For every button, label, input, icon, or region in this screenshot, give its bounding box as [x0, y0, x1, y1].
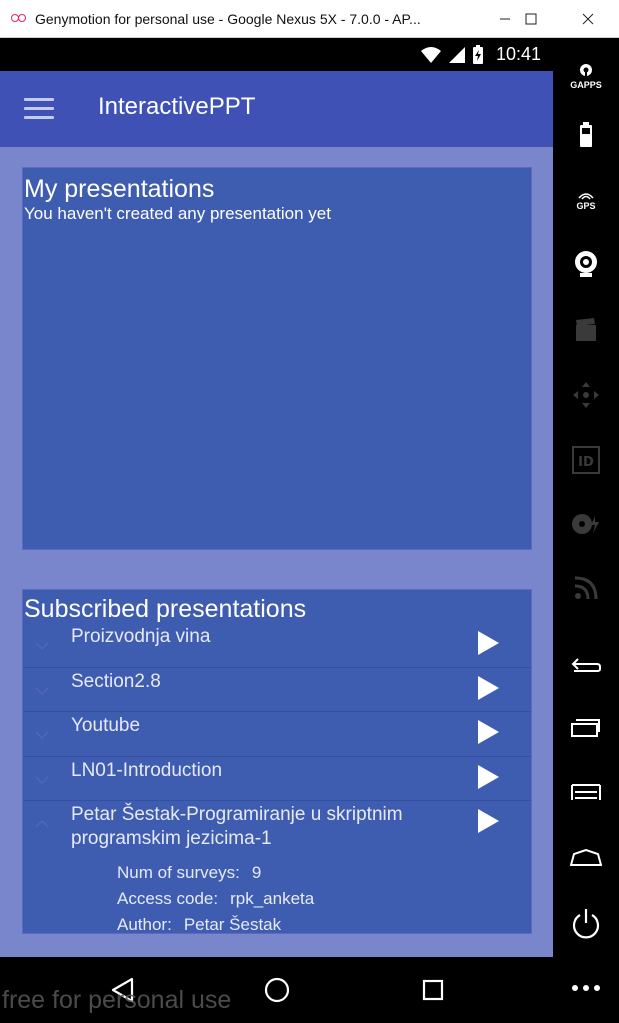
device-id-icon: ID: [572, 446, 600, 474]
list-item-expanded[interactable]: Petar Šestak-Programiranje u skriptnim p…: [23, 801, 531, 934]
device-id-button[interactable]: ID: [553, 440, 619, 480]
menu-button[interactable]: [553, 772, 619, 812]
svg-text:ID: ID: [578, 455, 594, 470]
num-surveys-label: Num of surveys:: [117, 863, 240, 882]
chevron-down-icon[interactable]: [35, 773, 49, 787]
chevron-down-icon[interactable]: [35, 728, 49, 742]
access-code-value: rpk_anketa: [230, 889, 315, 908]
home-icon: [570, 849, 602, 866]
presentation-name: Proizvodnja vina: [71, 626, 211, 647]
wifi-icon: [420, 46, 441, 63]
webcam-icon: [575, 251, 597, 277]
status-time: 10:41: [495, 44, 541, 64]
gapps-label: GAPPS: [570, 79, 602, 90]
maximize-icon: [525, 13, 537, 25]
genymotion-logo-icon: [11, 13, 27, 25]
my-presentations-empty-text: You haven't created any presentation yet: [24, 204, 331, 223]
device-frame: 10:41 InteractivePPT My presentations Yo…: [0, 38, 619, 1023]
access-code-label: Access code:: [117, 889, 219, 908]
watermark: free for personal use: [2, 986, 232, 1014]
list-item[interactable]: Proizvodnja vina: [23, 623, 531, 668]
dpad-button[interactable]: [553, 375, 619, 415]
chevron-up-icon[interactable]: [35, 817, 49, 831]
more-icon: [572, 985, 600, 991]
my-presentations-card: My presentations You haven't created any…: [22, 167, 532, 550]
android-screen: 10:41 InteractivePPT My presentations Yo…: [0, 38, 553, 1023]
play-icon[interactable]: [475, 764, 501, 790]
emulator-toolbar: GAPPS GPS ID: [553, 38, 619, 1023]
gps-label: GPS: [576, 200, 596, 211]
screencast-icon: [576, 318, 596, 341]
presentation-name: Youtube: [71, 715, 141, 736]
gps-icon: [578, 192, 594, 200]
recent-apps-button[interactable]: [553, 708, 619, 748]
gapps-icon: [580, 63, 592, 78]
author-label: Author:: [117, 915, 172, 934]
status-bar: 10:41: [0, 38, 553, 71]
list-item[interactable]: LN01-Introduction: [23, 757, 531, 801]
maximize-button[interactable]: [508, 0, 554, 38]
recent-apps-icon: [571, 719, 600, 737]
nav-recents-icon[interactable]: [418, 975, 448, 1005]
battery-charging-icon: [472, 44, 483, 64]
signal-icon: [448, 46, 465, 63]
presentation-name: Section2.8: [71, 670, 161, 692]
subscribed-presentations-title: Subscribed presentations: [24, 595, 307, 623]
main-content: My presentations You haven't created any…: [0, 147, 553, 957]
gapps-button[interactable]: GAPPS: [553, 56, 619, 96]
battery-icon: [580, 122, 592, 147]
window-title-bar: Genymotion for personal use - Google Nex…: [0, 0, 619, 38]
author-value: Petar Šestak: [183, 915, 282, 934]
presentation-details: Num of surveys: 9 Access code: rpk_anketa …: [117, 860, 315, 934]
back-button[interactable]: [553, 644, 619, 684]
list-item[interactable]: Section2.8: [23, 668, 531, 712]
menu-hamburger-icon[interactable]: [24, 98, 54, 120]
close-button[interactable]: [565, 0, 611, 38]
dpad-icon: [573, 382, 599, 408]
power-button[interactable]: [553, 903, 619, 943]
back-icon: [571, 658, 601, 672]
presentation-name: LN01-Introduction: [71, 759, 223, 781]
menu-icon: [571, 784, 601, 800]
my-presentations-title: My presentations: [24, 175, 215, 203]
network-button[interactable]: [553, 568, 619, 608]
rss-icon: [574, 576, 598, 600]
disk-icon: [572, 514, 599, 534]
presentation-name: Petar Šestak-Programiranje u skriptnim p…: [71, 804, 403, 849]
more-button[interactable]: [553, 968, 619, 1008]
screencast-button[interactable]: [553, 310, 619, 350]
list-item[interactable]: Youtube: [23, 712, 531, 757]
play-icon[interactable]: [475, 808, 501, 834]
nav-home-icon[interactable]: [262, 975, 292, 1005]
chevron-down-icon[interactable]: [35, 684, 49, 698]
play-icon[interactable]: [475, 675, 501, 701]
webcam-button[interactable]: [553, 244, 619, 284]
num-surveys-value: 9: [251, 863, 262, 882]
app-bar: InteractivePPT: [0, 71, 553, 147]
play-icon[interactable]: [475, 719, 501, 745]
disk-button[interactable]: [553, 504, 619, 544]
home-button[interactable]: [553, 838, 619, 878]
window-title: Genymotion for personal use - Google Nex…: [35, 10, 421, 27]
battery-button[interactable]: [553, 115, 619, 155]
chevron-down-icon[interactable]: [35, 639, 49, 653]
gps-button[interactable]: GPS: [553, 181, 619, 221]
close-icon: [582, 13, 594, 25]
subscribed-presentations-card: Subscribed presentations Proizvodnja vin…: [22, 589, 532, 934]
play-icon[interactable]: [475, 630, 501, 656]
app-title: InteractivePPT: [98, 93, 256, 120]
power-icon: [572, 909, 600, 939]
